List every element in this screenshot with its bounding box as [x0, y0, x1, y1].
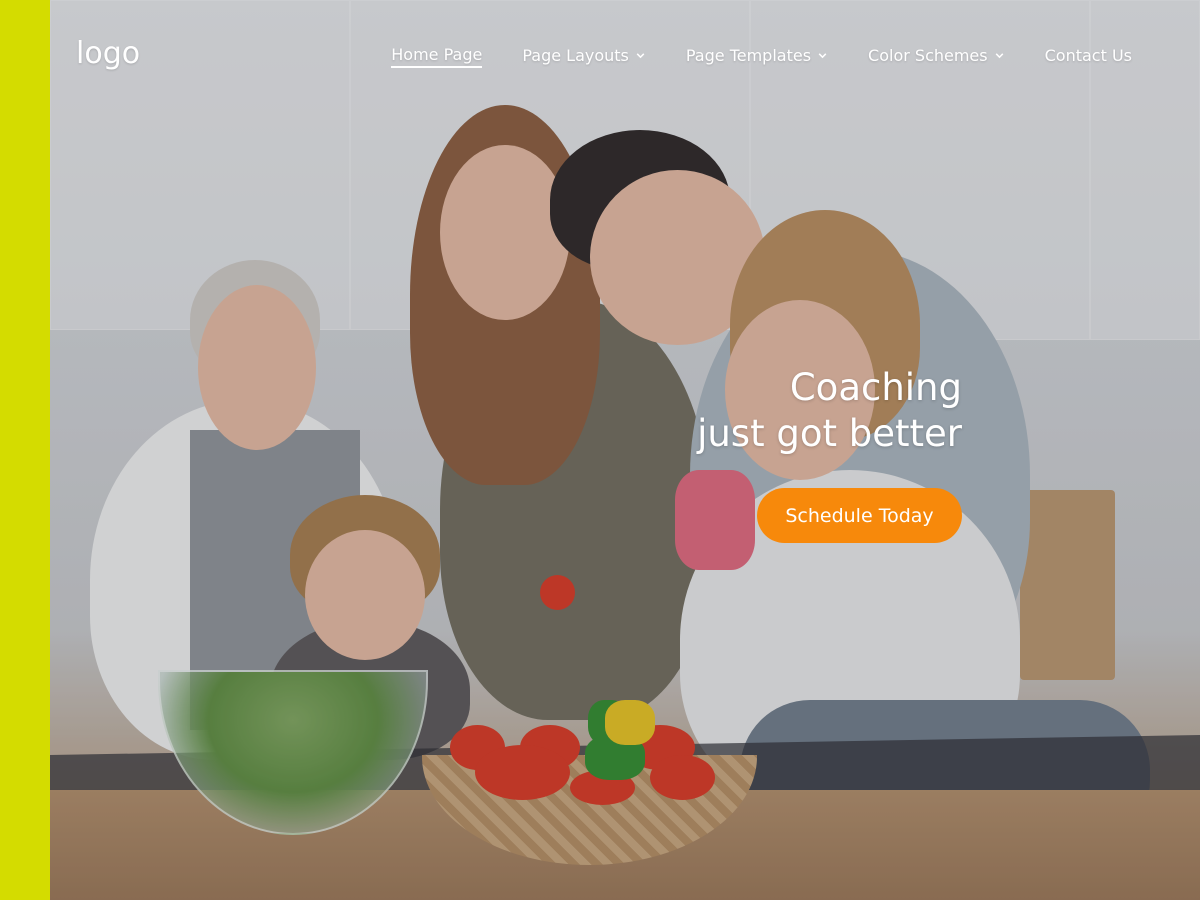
site-logo[interactable]: logo: [76, 36, 140, 71]
hero-headline: Coaching just got better: [602, 365, 962, 457]
nav-item-label: Color Schemes: [868, 46, 988, 65]
nav-item-label: Page Templates: [685, 46, 812, 65]
nav-item-page-templates[interactable]: Page Templates: [686, 45, 828, 68]
nav-item-page-layouts[interactable]: Page Layouts: [522, 45, 646, 68]
accent-sidebar-bar: [0, 0, 50, 900]
main-menu: Home Page Page Layouts Page Templates Co…: [391, 45, 1132, 68]
nav-item-color-schemes[interactable]: Color Schemes: [868, 45, 1005, 68]
schedule-today-button[interactable]: Schedule Today: [757, 488, 962, 543]
nav-item-label: Contact Us: [1044, 46, 1132, 65]
top-navigation: logo Home Page Page Layouts Page Templat…: [50, 0, 1200, 110]
hero-headline-line-2: just got better: [697, 412, 962, 455]
nav-item-label: Page Layouts: [522, 46, 629, 65]
hero-headline-line-1: Coaching: [789, 366, 962, 409]
nav-item-home-page[interactable]: Home Page: [391, 45, 483, 68]
nav-item-label: Home Page: [391, 45, 483, 64]
nav-item-contact-us[interactable]: Contact Us: [1045, 45, 1132, 68]
chevron-down-icon: [995, 53, 1003, 59]
chevron-down-icon: [818, 53, 827, 59]
chevron-down-icon: [636, 53, 645, 59]
